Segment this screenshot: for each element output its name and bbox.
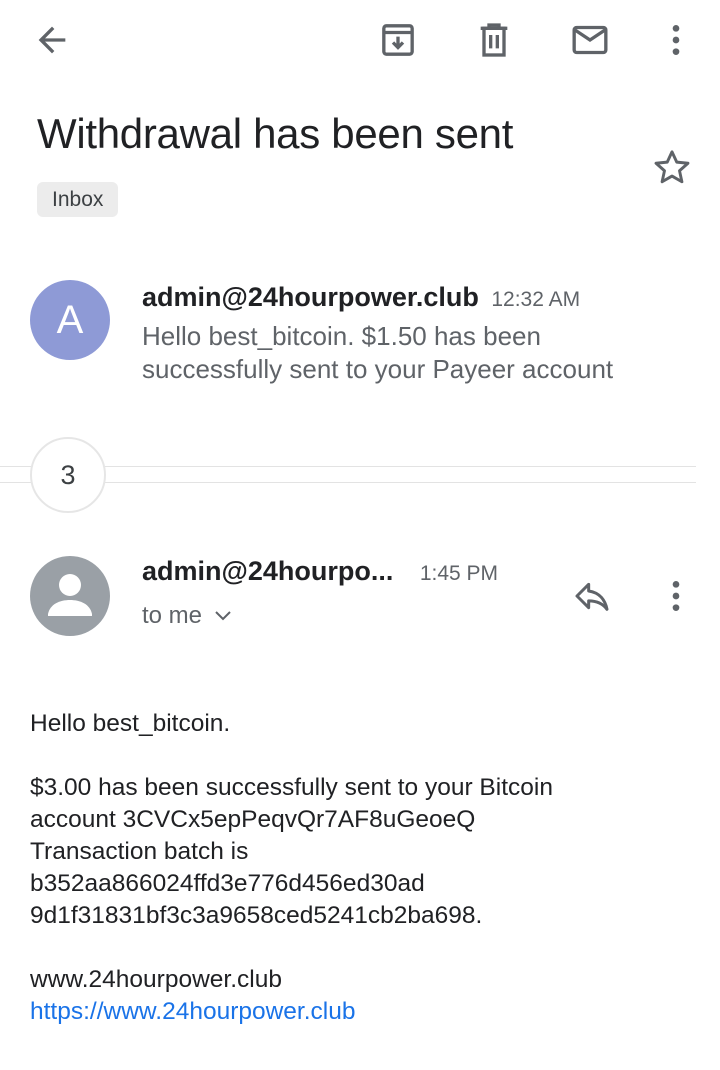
mail-icon xyxy=(572,25,608,55)
body-greeting: Hello best_bitcoin. xyxy=(30,710,231,737)
first-message-header[interactable]: admin@24hourpower.club 12:32 AM xyxy=(142,282,580,313)
message-time: 1:45 PM xyxy=(419,562,499,585)
body-line: Transaction batch is xyxy=(30,838,249,865)
sender-name: admin@24hourpo... xyxy=(142,556,394,586)
message-snippet[interactable]: Hello best_bitcoin. $1.50 has been succe… xyxy=(142,320,682,386)
archive-button[interactable] xyxy=(370,12,426,68)
star-button[interactable] xyxy=(644,140,700,196)
body-line: b352aa866024ffd3e776d456ed30ad xyxy=(30,870,425,897)
reply-button[interactable] xyxy=(564,568,620,624)
recipient-details-toggle[interactable]: to me xyxy=(142,602,232,630)
more-vert-icon xyxy=(672,25,680,55)
sender-avatar[interactable] xyxy=(30,556,110,636)
delete-button[interactable] xyxy=(466,12,522,68)
sender-avatar[interactable]: A xyxy=(30,280,110,360)
person-icon xyxy=(48,574,92,616)
sender-name: admin@24hourpower.club xyxy=(142,282,479,312)
archive-icon xyxy=(382,24,414,56)
body-line: $3.00 has been successfully sent to your… xyxy=(30,774,553,801)
message-more-button[interactable] xyxy=(648,568,704,624)
reply-icon xyxy=(575,582,609,611)
site-text: www.24hourpower.club xyxy=(30,966,282,993)
back-button[interactable] xyxy=(24,12,80,68)
body-line: account 3CVCx5epPeqvQr7AF8uGeoeQ xyxy=(30,806,476,833)
inbox-label-chip[interactable]: Inbox xyxy=(37,182,119,217)
message-body: Hello best_bitcoin. $3.00 has been succe… xyxy=(30,708,680,1028)
email-subject: Withdrawal has been sent xyxy=(37,110,514,157)
body-line: 9d1f31831bf3c3a9658ced5241cb2ba698. xyxy=(30,902,483,929)
more-options-button[interactable] xyxy=(648,12,704,68)
mark-unread-button[interactable] xyxy=(562,12,618,68)
more-vert-icon xyxy=(672,581,680,611)
last-message-header[interactable]: admin@24hourpo... 1:45 PM xyxy=(142,556,498,587)
trash-icon xyxy=(480,23,508,57)
message-time: 12:32 AM xyxy=(491,288,581,311)
chevron-down-icon xyxy=(215,611,231,621)
collapsed-messages-count[interactable]: 3 xyxy=(30,437,106,513)
star-icon xyxy=(654,150,690,184)
site-link[interactable]: https://www.24hourpower.club xyxy=(30,998,356,1025)
arrow-left-icon xyxy=(38,26,66,54)
recipient-text: to me xyxy=(142,602,203,629)
